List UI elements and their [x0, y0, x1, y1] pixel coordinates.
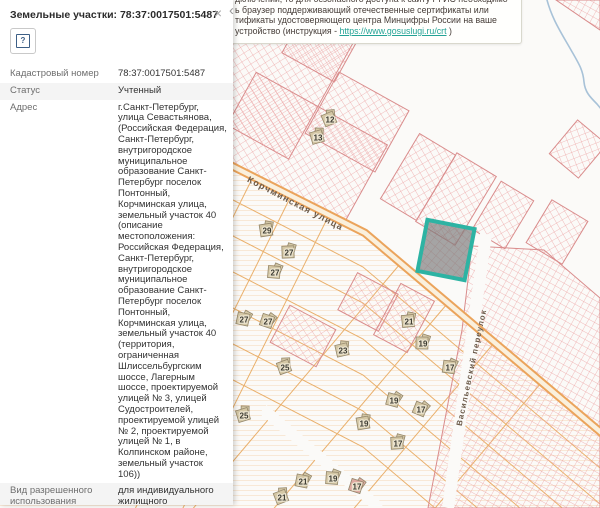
chevron-left-icon[interactable]: ‹	[229, 3, 234, 18]
house-number-label: 27	[271, 269, 280, 278]
house-number-label: 17	[417, 406, 426, 415]
house-number-label: 21	[278, 494, 287, 503]
certificate-notification: дключении, то для безопасного доступа к …	[224, 0, 522, 44]
question-square-icon: ?	[16, 34, 30, 48]
attribute-label: Статус	[10, 86, 118, 97]
house-number-label: 13	[314, 134, 323, 143]
attribute-row: Кадастровый номер78:37:0017501:5487	[0, 66, 233, 83]
house-number-label: 27	[285, 249, 294, 258]
house-number-label: 17	[353, 483, 362, 492]
house-number-label: 17	[446, 364, 455, 373]
attribute-label: Кадастровый номер	[10, 69, 118, 80]
attribute-label: Адрес	[10, 103, 118, 481]
house-number-label: 27	[240, 316, 249, 325]
house-number-label: 27	[264, 318, 273, 327]
attribute-row: Адресг.Санкт-Петербург, улица Севастьяно…	[0, 100, 233, 484]
house-number-label: 23	[339, 347, 348, 356]
panel-title: Земельные участки: 78:37:0017501:5487	[10, 9, 207, 21]
attribute-value: г.Санкт-Петербург, улица Севастьянова, (…	[118, 103, 227, 481]
attribute-value: 78:37:0017501:5487	[118, 69, 227, 80]
attribute-value: Учтенный	[118, 86, 227, 97]
house-number-label: 21	[299, 478, 308, 487]
house-number-label: 19	[419, 340, 428, 349]
house-number-label: 17	[394, 440, 403, 449]
attribute-row: СтатусУчтенный	[0, 83, 233, 100]
house-number-label: 25	[281, 364, 290, 373]
house-number-label: 19	[360, 420, 369, 429]
parcel-info-panel: Земельные участки: 78:37:0017501:5487 × …	[0, 0, 233, 505]
house-number-label: 19	[390, 397, 399, 406]
attribute-label: Вид разрешенного использования	[10, 486, 118, 505]
attribute-value: для индивидуального жилищного строительс…	[118, 486, 227, 505]
gosuslugi-link[interactable]: https://www.gosuslugi.ru/crt	[339, 26, 446, 36]
notification-text: дключении, то для безопасного доступа к …	[235, 0, 513, 36]
house-number-label: 12	[326, 116, 335, 125]
house-number-label: 19	[329, 475, 338, 484]
selected-parcel[interactable]	[417, 220, 474, 280]
house-number-label: 21	[405, 318, 414, 327]
parcel-attributes: Кадастровый номер78:37:0017501:5487Стату…	[0, 66, 233, 505]
panel-header: Земельные участки: 78:37:0017501:5487 ×	[0, 0, 233, 23]
close-icon[interactable]: ×	[211, 6, 225, 20]
house-number-label: 29	[263, 227, 272, 236]
object-info-button[interactable]: ?	[10, 28, 36, 54]
house-number-label: 25	[240, 412, 249, 421]
attribute-row: Вид разрешенного использованиядля индиви…	[0, 483, 233, 505]
